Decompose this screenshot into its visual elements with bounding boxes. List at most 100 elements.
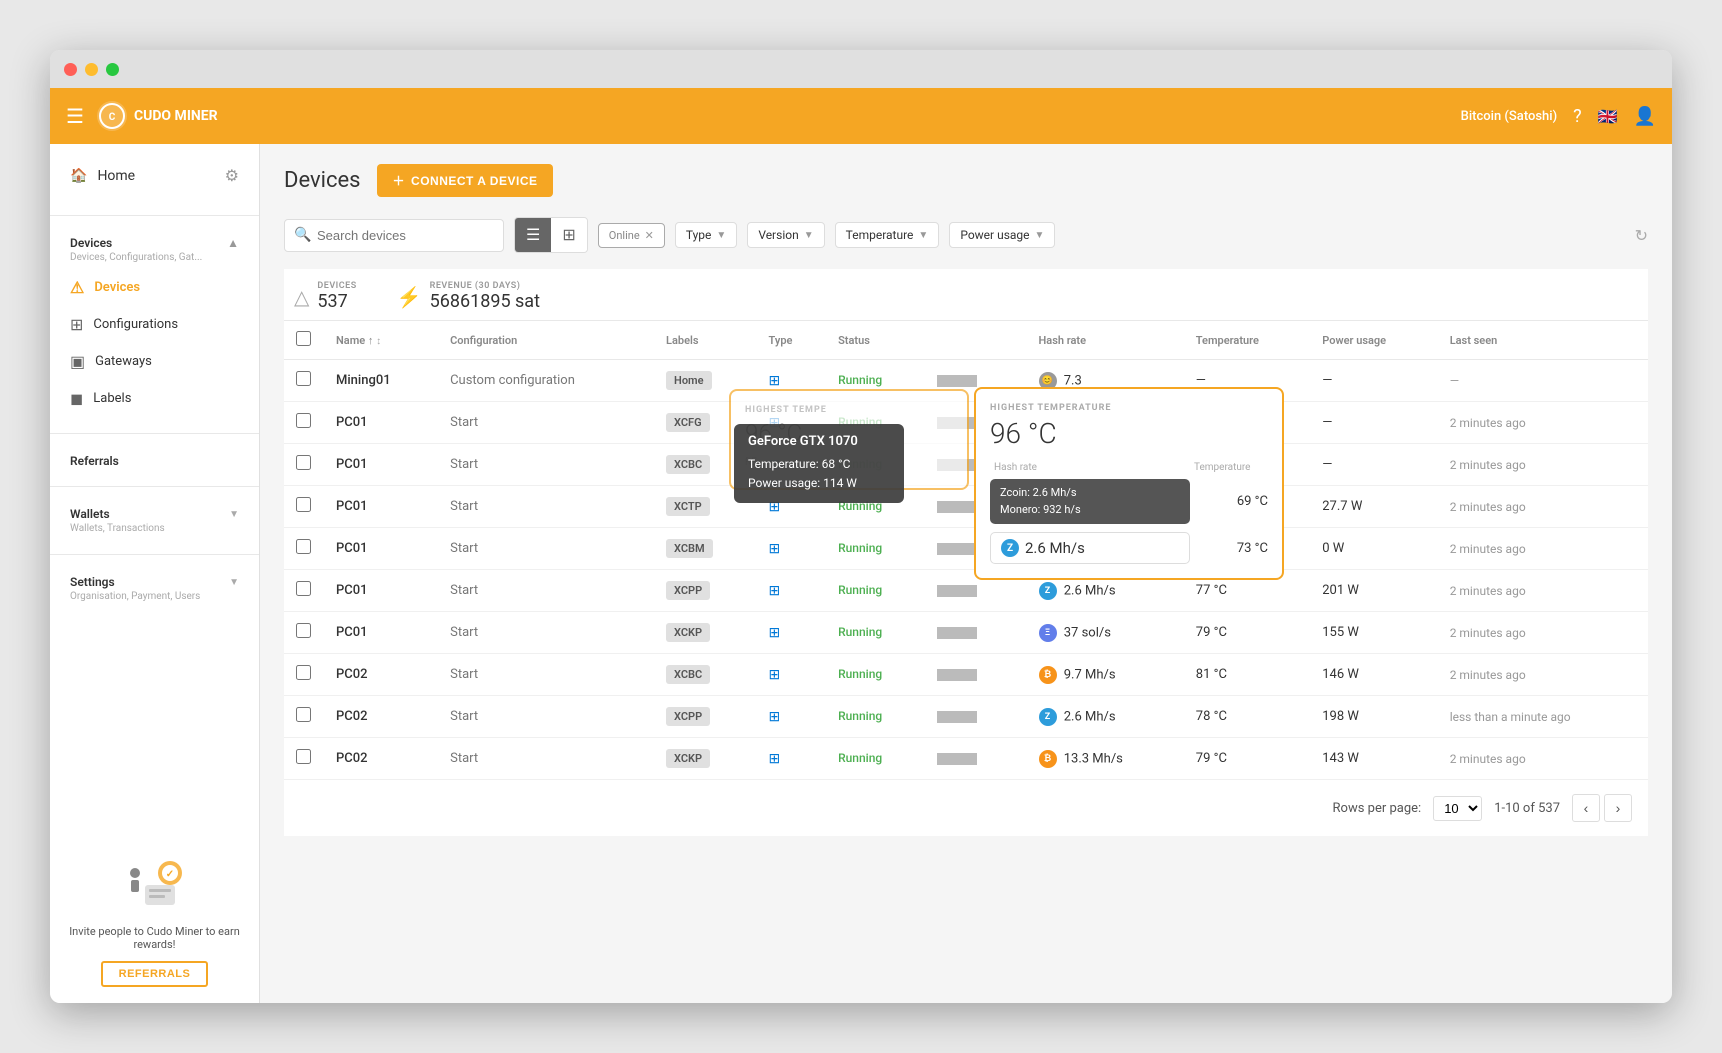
referrals-group-header[interactable]: Referrals	[50, 450, 259, 470]
cell-status: Running	[826, 570, 925, 612]
referrals-button[interactable]: REFERRALS	[101, 961, 209, 987]
grid-view-button[interactable]: ⊞	[551, 218, 586, 252]
cell-power: 146 W	[1310, 654, 1437, 696]
revenue-stat-value: 56861895 sat	[430, 291, 540, 312]
row-checkbox[interactable]	[296, 371, 311, 386]
col-lastseen: Last seen	[1438, 321, 1648, 360]
wallets-subtext: Wallets, Transactions	[50, 523, 259, 538]
currency-selector[interactable]: Bitcoin (Satoshi)	[1461, 109, 1558, 124]
view-toggle: ☰ ⊞	[514, 217, 588, 253]
cell-type: ⊞	[757, 570, 827, 612]
cell-status: Running	[826, 612, 925, 654]
connect-device-button[interactable]: ＋ CONNECT A DEVICE	[377, 164, 554, 197]
cell-config: Custom configuration	[438, 360, 654, 402]
title-bar	[50, 50, 1672, 88]
filter-power[interactable]: Power usage ▼	[949, 222, 1055, 248]
type-filter-arrow: ▼	[716, 230, 726, 241]
row-checkbox[interactable]	[296, 707, 311, 722]
table-row[interactable]: PC02 Start XCBC ⊞ Running ₿ 9.7 Mh/s 81 …	[284, 654, 1648, 696]
cell-type: ⊞	[757, 738, 827, 780]
cell-power: 201 W	[1310, 570, 1437, 612]
col-hashrate: Hash rate	[1027, 321, 1184, 360]
table-row[interactable]: PC02 Start XCPP ⊞ Running Z 2.6 Mh/s 78 …	[284, 696, 1648, 738]
rows-per-page-select[interactable]: 10 25 50	[1433, 796, 1482, 821]
cell-name: PC01	[324, 486, 438, 528]
user-icon[interactable]: 👤	[1634, 106, 1656, 127]
maximize-button[interactable]	[106, 63, 119, 76]
minimize-button[interactable]	[85, 63, 98, 76]
language-selector[interactable]: 🇬🇧	[1598, 107, 1618, 126]
cell-config: Start	[438, 612, 654, 654]
sidebar-item-labels[interactable]: ◼ Labels	[50, 380, 259, 417]
refresh-icon[interactable]: ↻	[1635, 226, 1648, 245]
search-input[interactable]	[284, 219, 504, 252]
row-checkbox[interactable]	[296, 413, 311, 428]
cell-hashrate: ₿ 13.3 Mh/s	[1027, 738, 1184, 780]
version-filter-arrow: ▼	[804, 230, 814, 241]
table-row[interactable]: PC01 Start XCPP ⊞ Running Z 2.6 Mh/s 77 …	[284, 570, 1648, 612]
cell-status: Running	[826, 696, 925, 738]
table-row[interactable]: PC01 Start XCTP ⊞ Running ₿ 5 sol/s 67 °…	[284, 486, 1648, 528]
cell-power: —	[1310, 360, 1437, 402]
table-row[interactable]: PC01 Start XCKP ⊞ Running Ξ 37 sol/s 79 …	[284, 612, 1648, 654]
cell-lastseen: 2 minutes ago	[1438, 738, 1648, 780]
filter-type[interactable]: Type ▼	[675, 222, 737, 248]
cell-lastseen: —	[1438, 360, 1648, 402]
cell-config: Start	[438, 402, 654, 444]
settings-group-header[interactable]: Settings ▼	[50, 571, 259, 591]
cell-status: Running	[826, 654, 925, 696]
col-config[interactable]: Configuration	[438, 321, 654, 360]
cell-type: ⊞	[757, 696, 827, 738]
next-page-button[interactable]: ›	[1604, 794, 1632, 822]
temp-filter-arrow: ▼	[918, 230, 928, 241]
logo: C CUDO MINER	[96, 100, 218, 132]
prev-page-button[interactable]: ‹	[1572, 794, 1600, 822]
devices-group-collapse[interactable]: ▲	[227, 236, 239, 250]
wallets-group-header[interactable]: Wallets ▼	[50, 503, 259, 523]
cell-power: 198 W	[1310, 696, 1437, 738]
page-title: Devices	[284, 168, 361, 193]
cell-label: XCBC	[654, 654, 757, 696]
col-name[interactable]: Name ↑ ↕	[324, 321, 438, 360]
filter-online[interactable]: Online ✕	[598, 223, 665, 248]
row-checkbox[interactable]	[296, 665, 311, 680]
sidebar-item-gateways[interactable]: ▣ Gateways	[50, 343, 259, 380]
close-button[interactable]	[64, 63, 77, 76]
referral-text: Invite people to Cudo Miner to earn rewa…	[66, 925, 243, 951]
cell-lastseen: 2 minutes ago	[1438, 654, 1648, 696]
pagination-bar: Rows per page: 10 25 50 1-10 of 537 ‹ ›	[284, 780, 1648, 836]
settings-icon[interactable]: ⚙	[225, 166, 239, 185]
table-row[interactable]: PC01 Start XCBM ⊞ Running ₿ 14 sol/s 58 …	[284, 528, 1648, 570]
remove-online-filter[interactable]: ✕	[645, 229, 654, 242]
referral-illustration: ✓	[66, 853, 243, 917]
table-row[interactable]: PC02 Start XCKP ⊞ Running ₿ 13.3 Mh/s 79…	[284, 738, 1648, 780]
home-icon: 🏠	[70, 168, 87, 184]
menu-icon[interactable]: ☰	[66, 104, 84, 128]
col-labels[interactable]: Labels	[654, 321, 757, 360]
row-checkbox[interactable]	[296, 749, 311, 764]
labels-icon: ◼	[70, 389, 83, 408]
row-checkbox[interactable]	[296, 623, 311, 638]
list-view-button[interactable]: ☰	[515, 218, 551, 252]
cell-lastseen: less than a minute ago	[1438, 696, 1648, 738]
help-icon[interactable]: ?	[1573, 106, 1582, 127]
sidebar-item-configurations[interactable]: ⊞ Configurations	[50, 306, 259, 343]
cell-bar	[925, 696, 1027, 738]
row-checkbox[interactable]	[296, 581, 311, 596]
cell-name: PC01	[324, 528, 438, 570]
row-checkbox[interactable]	[296, 497, 311, 512]
sidebar-item-home[interactable]: 🏠 Home ⚙	[50, 156, 259, 195]
row-checkbox[interactable]	[296, 539, 311, 554]
sidebar-item-devices[interactable]: ⚠ Devices	[50, 269, 259, 306]
select-all-checkbox[interactable]	[296, 331, 311, 346]
filter-temperature[interactable]: Temperature ▼	[835, 222, 940, 248]
cell-name: PC02	[324, 738, 438, 780]
settings-subtext: Organisation, Payment, Users	[50, 591, 259, 606]
row-checkbox[interactable]	[296, 455, 311, 470]
filter-version[interactable]: Version ▼	[747, 222, 824, 248]
cell-name: Mining01	[324, 360, 438, 402]
cell-temp: 78 °C	[1184, 696, 1310, 738]
col-type[interactable]: Type	[757, 321, 827, 360]
cell-name: PC01	[324, 570, 438, 612]
cell-status: Running	[826, 738, 925, 780]
